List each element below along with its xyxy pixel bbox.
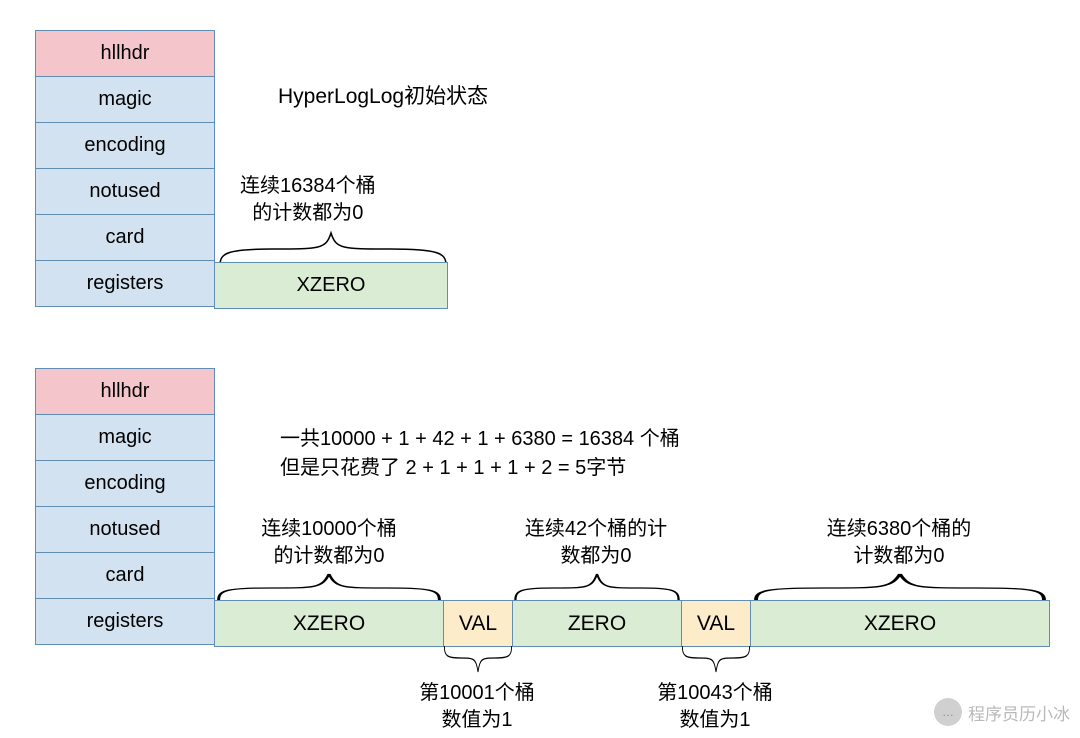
diagram1-title: HyperLogLog初始状态 (278, 80, 488, 110)
brace-icon (512, 568, 682, 602)
struct-field-card: card (35, 552, 215, 599)
watermark-text: 程序员历小冰 (968, 700, 1070, 725)
hllhdr-struct-example: hllhdrmagicencodingnotusedcardregisters (35, 368, 215, 645)
diagram1-caption: 连续16384个桶的计数都为0 (240, 173, 376, 227)
brace-icon (443, 644, 513, 678)
register-cell-3: VAL (681, 600, 751, 647)
diagram2-title: 一共10000 + 1 + 42 + 1 + 6380 = 16384 个桶但是… (280, 425, 680, 483)
struct-field-encoding: encoding (35, 460, 215, 507)
brace-icon (214, 568, 444, 602)
struct-field-magic: magic (35, 414, 215, 461)
top-caption-2: 连续42个桶的计数都为0 (525, 516, 667, 570)
register-cell-1: VAL (443, 600, 513, 647)
struct-field-registers: registers (35, 598, 215, 645)
top-caption-0: 连续10000个桶的计数都为0 (261, 516, 397, 570)
brace-icon (218, 227, 448, 267)
top-caption-4: 连续6380个桶的计数都为0 (827, 516, 972, 570)
xzero-cell-initial: XZERO (214, 262, 448, 309)
wechat-icon: … (934, 698, 962, 726)
struct-field-card: card (35, 214, 215, 261)
registers-row: XZEROVALZEROVALXZERO (214, 600, 1050, 647)
struct-field-registers: registers (35, 260, 215, 307)
struct-field-hllhdr: hllhdr (35, 30, 215, 77)
struct-field-notused: notused (35, 506, 215, 553)
bottom-caption-1: 第10001个桶数值为1 (419, 680, 535, 734)
struct-field-encoding: encoding (35, 122, 215, 169)
brace-icon (750, 568, 1050, 602)
watermark: … 程序员历小冰 (934, 698, 1070, 726)
brace-icon (681, 644, 751, 678)
register-cell-4: XZERO (750, 600, 1050, 647)
struct-field-magic: magic (35, 76, 215, 123)
register-cell-2: ZERO (512, 600, 682, 647)
hllhdr-struct-initial: hllhdrmagicencodingnotusedcardregisters (35, 30, 215, 307)
register-cell-0: XZERO (214, 600, 444, 647)
struct-field-hllhdr: hllhdr (35, 368, 215, 415)
struct-field-notused: notused (35, 168, 215, 215)
bottom-caption-3: 第10043个桶数值为1 (657, 680, 773, 734)
